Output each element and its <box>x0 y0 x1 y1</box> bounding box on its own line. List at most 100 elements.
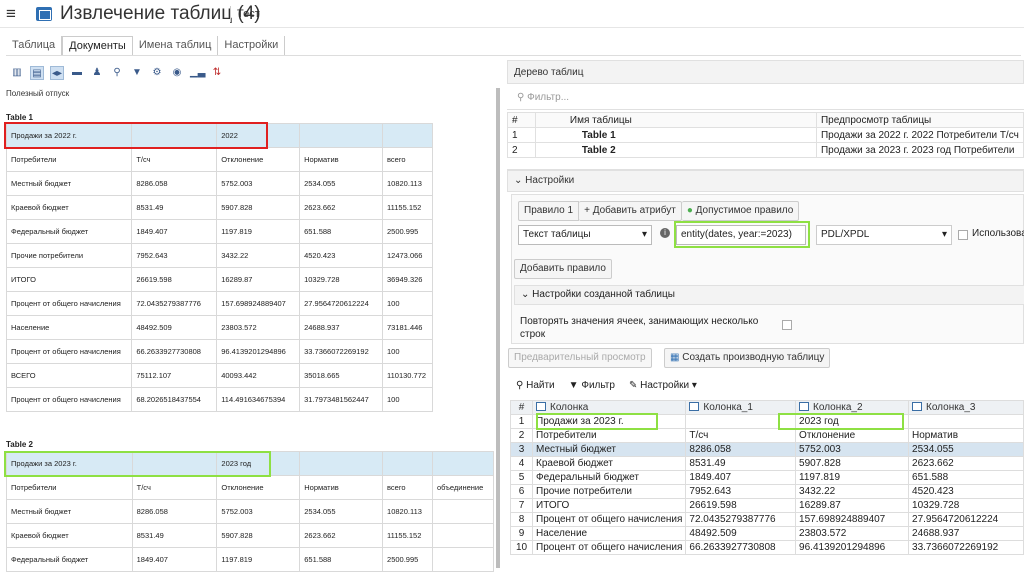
table-cell: 23803.572 <box>216 315 301 340</box>
table-cell: Процент от общего начисления <box>5 339 133 364</box>
table-cell: 4520.423 <box>299 243 383 268</box>
column-header[interactable]: # <box>509 400 534 415</box>
table-row[interactable]: Местный бюджет 8286.058 5752.003 2534.055 10… <box>6 499 494 524</box>
table-row[interactable]: Краевой бюджет 8531.49 5907.828 2623.662 111… <box>6 523 494 548</box>
table-row[interactable]: Процент от общего начисления 66.263392773… <box>5 339 433 364</box>
expand-icon[interactable]: ◂▸ <box>50 66 64 80</box>
menu-icon[interactable]: ≡ <box>6 4 16 24</box>
table-cell: 5907.828 <box>795 456 910 471</box>
tree-filter-input[interactable]: ⚲ Фильтр... <box>507 88 1024 110</box>
column-icon <box>689 402 700 411</box>
table-row[interactable]: Потребители Т/сч Отклонение Норматив всего об… <box>6 475 494 500</box>
table-row[interactable]: 4 Краевой бюджет 8531.49 5907.828 2623.662 <box>509 456 1024 471</box>
table-cell: Федеральный бюджет <box>5 219 133 244</box>
settings-dropdown[interactable]: ✎ Настройки ▾ <box>629 380 697 391</box>
highlight-icon[interactable]: ▬ <box>70 66 84 80</box>
settings-title: Настройки <box>525 175 575 186</box>
rule-type-select[interactable]: Текст таблицы ▾ <box>518 225 652 245</box>
binoculars-icon[interactable]: ⚲ <box>110 66 124 80</box>
table-row[interactable]: Процент от общего начисления 72.043527938… <box>5 291 433 316</box>
table-cell: 2623.662 <box>299 195 383 220</box>
table-cell: 48492.509 <box>685 526 797 541</box>
table-cell: 31.7973481562447 <box>299 387 383 412</box>
repeat-values-checkbox[interactable] <box>782 320 792 330</box>
gear-icon[interactable]: ⚙ <box>150 66 164 80</box>
split-view-icon[interactable]: ▥ <box>10 66 24 80</box>
add-attribute-label: Добавить атрибут <box>592 205 676 216</box>
chart-icon[interactable]: ▁▃ <box>190 66 205 80</box>
table-cell: Table 1 <box>534 127 817 143</box>
table-cell: 40093.442 <box>216 363 301 388</box>
table-cell: 33.7366072269192 <box>299 339 383 364</box>
table-cell: Т/сч <box>685 428 797 443</box>
table-cell: ИТОГО <box>532 498 687 513</box>
table-row[interactable]: 1 Table 1 Продажи за 2022 г. 2022 Потреб… <box>507 127 1024 143</box>
sort-icon[interactable]: ⇅ <box>210 66 224 80</box>
table-row[interactable]: 10 Процент от общего начисления 66.2633927… <box>509 540 1024 555</box>
people-icon[interactable]: ♟ <box>90 66 104 80</box>
table-row[interactable]: 8 Процент от общего начисления 72.04352793… <box>509 512 1024 527</box>
palette-icon[interactable]: ◉ <box>170 66 184 80</box>
table-row[interactable]: Федеральный бюджет 1849.407 1197.819 651.58… <box>6 547 494 572</box>
table-row[interactable]: 7 ИТОГО 26619.598 16289.87 10329.728 <box>509 498 1024 513</box>
table-row[interactable]: Прочие потребители 7952.643 3432.22 4520.42… <box>5 243 433 268</box>
table-row[interactable]: ВСЕГО 75112.107 40093.442 35018.665 110130.7… <box>5 363 433 388</box>
use-checkbox[interactable] <box>958 230 968 240</box>
table-cell: 7 <box>509 498 534 513</box>
table-cell: всего <box>382 147 433 172</box>
table-view-icon[interactable]: ▤ <box>30 66 44 80</box>
table-row[interactable]: 5 Федеральный бюджет 1849.407 1197.819 651.5… <box>509 470 1024 485</box>
table-row[interactable]: 6 Прочие потребители 7952.643 3432.22 4520.4… <box>509 484 1024 499</box>
tab-documents[interactable]: Документы <box>62 36 133 56</box>
table-cell: Население <box>5 315 133 340</box>
table-cell <box>908 414 1024 429</box>
settings-panel-header[interactable]: ⌄ Настройки <box>507 170 1024 192</box>
preview-button[interactable]: Предварительный просмотр <box>508 348 652 368</box>
column-header[interactable]: Предпросмотр таблицы <box>815 112 1024 128</box>
tab-bar: Таблица Документы Имена таблиц Настройки <box>6 36 286 56</box>
tab-rule-1[interactable]: Правило 1 <box>518 201 580 221</box>
filter-button[interactable]: ▼ Фильтр <box>569 380 615 391</box>
table-cell: 12473.066 <box>382 243 433 268</box>
add-rule-button[interactable]: Добавить правило <box>514 259 612 279</box>
table-row[interactable]: 2 Table 2 Продажи за 2023 г. 2023 год По… <box>507 142 1024 158</box>
column-header[interactable]: Имя таблицы <box>534 112 817 128</box>
table-cell: Краевой бюджет <box>6 523 133 548</box>
table-row[interactable]: 3 Местный бюджет 8286.058 5752.003 2534.055 <box>509 442 1024 457</box>
table-row[interactable]: ИТОГО 26619.598 16289.87 10329.728 36949.326 <box>5 267 433 292</box>
table-cell: ВСЕГО <box>5 363 133 388</box>
document-scrollbar[interactable] <box>496 88 500 568</box>
column-header-label: Колонка_2 <box>813 402 863 413</box>
table-row[interactable]: Федеральный бюджет 1849.407 1197.819 651.58… <box>5 219 433 244</box>
table-row[interactable]: Местный бюджет 8286.058 5752.003 2534.055 10… <box>5 171 433 196</box>
table-cell: 2500.995 <box>382 547 433 572</box>
table-cell: 1849.407 <box>131 219 218 244</box>
column-header[interactable]: Колонка_3 <box>908 400 1024 415</box>
filter-icon[interactable]: ▼ <box>130 66 144 80</box>
find-button[interactable]: ⚲ Найти <box>516 380 555 391</box>
use-label: Использова <box>972 228 1024 239</box>
format-select[interactable]: PDL/XPDL ▾ <box>816 225 952 245</box>
info-icon[interactable]: i <box>660 228 670 238</box>
created-table-settings-header[interactable]: ⌄ Настройки созданной таблицы <box>514 285 1024 305</box>
tab-table[interactable]: Таблица <box>6 36 63 56</box>
valid-rule-status: ● Допустимое правило <box>681 201 800 221</box>
table-cell: 26619.598 <box>131 267 218 292</box>
tab-table-names[interactable]: Имена таблиц <box>133 36 219 56</box>
panel-resizer[interactable] <box>507 162 1024 170</box>
table-row[interactable]: 2 Потребители Т/сч Отклонение Норматив <box>509 428 1024 443</box>
table-row[interactable]: Население 48492.509 23803.572 24688.937 7318… <box>5 315 433 340</box>
table-row[interactable]: 9 Население 48492.509 23803.572 24688.937 <box>509 526 1024 541</box>
table-cell: 11155.152 <box>382 195 433 220</box>
create-derived-table-button[interactable]: ▦ Создать производную таблицу <box>664 348 831 368</box>
table-row[interactable]: Потребители Т/сч Отклонение Норматив всего <box>5 147 433 172</box>
add-attribute-button[interactable]: + Добавить атрибут <box>579 201 682 221</box>
column-header[interactable]: # <box>507 112 536 128</box>
table-row[interactable]: Процент от общего начисления 68.202651843… <box>5 387 433 412</box>
tree-panel-header: Дерево таблиц <box>507 60 1024 84</box>
table-row[interactable]: Краевой бюджет 8531.49 5907.828 2623.662 111… <box>5 195 433 220</box>
table-cell: 651.588 <box>299 219 383 244</box>
table-cell: 4520.423 <box>908 484 1024 499</box>
table-cell: 5752.003 <box>216 499 301 524</box>
tab-settings[interactable]: Настройки <box>218 36 286 56</box>
